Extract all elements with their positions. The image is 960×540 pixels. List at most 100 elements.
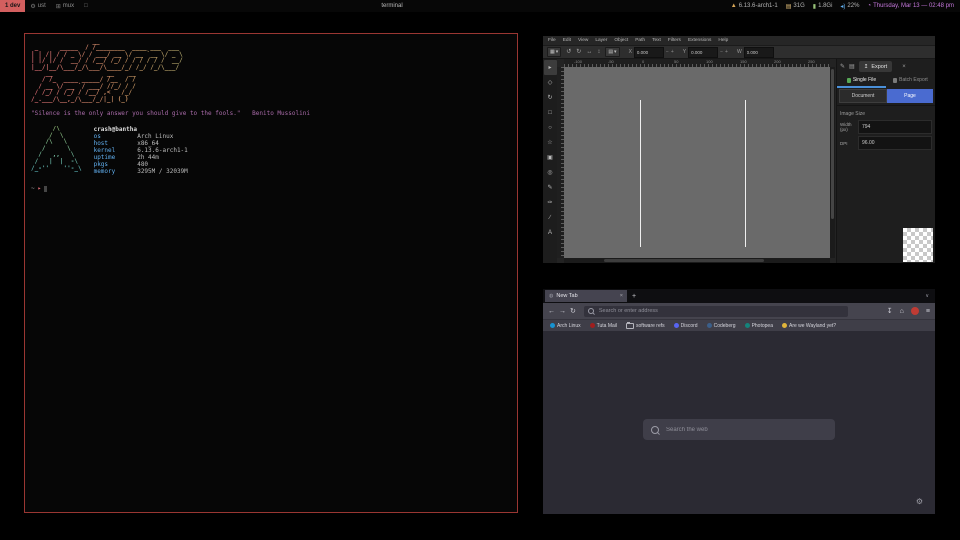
extension-icon[interactable] xyxy=(911,307,919,315)
x-input[interactable] xyxy=(634,47,664,58)
page-button[interactable]: Page xyxy=(887,89,933,103)
scrollbar-thumb[interactable] xyxy=(604,259,764,262)
codeberg-favicon xyxy=(707,323,712,328)
pencil-icon[interactable]: ✎ xyxy=(840,63,845,70)
ruler-tick-label: 250 xyxy=(808,59,815,64)
menu-text[interactable]: Text xyxy=(652,38,661,43)
bookmark-codeberg[interactable]: Codeberg xyxy=(707,323,736,329)
flip-vertical-button[interactable]: ↕ xyxy=(597,49,600,55)
workspace-active[interactable]: 1 dev xyxy=(0,0,25,12)
newtab-search-input[interactable] xyxy=(664,426,827,434)
menu-extensions[interactable]: Extensions xyxy=(688,38,711,43)
bookmark-label: Codeberg xyxy=(714,323,736,329)
new-tab-button[interactable]: + xyxy=(632,293,636,300)
status-memory: ▮ 1.8Gi xyxy=(813,3,833,10)
layers-icon[interactable]: ▤ xyxy=(849,63,855,70)
ellipse-tool[interactable]: ○ xyxy=(544,120,557,135)
back-button[interactable]: ← xyxy=(548,308,555,315)
newtab-search-box[interactable] xyxy=(643,419,835,440)
calligraphy-tool[interactable]: ∕ xyxy=(544,210,557,225)
forward-button[interactable]: → xyxy=(559,308,566,315)
workspace-empty[interactable]: □ xyxy=(79,0,93,12)
selector-tool[interactable]: ▸ xyxy=(544,60,557,75)
menu-layer[interactable]: Layer xyxy=(595,38,607,43)
canvas-horizontal-scrollbar[interactable] xyxy=(564,258,830,263)
export-dpi-input[interactable] xyxy=(858,136,932,150)
rectangle-tool[interactable]: □ xyxy=(544,105,557,120)
fetch-value: 3295M / 32039M xyxy=(137,168,188,175)
document-button[interactable]: Document xyxy=(839,89,887,103)
ruler-tick-label: -50 xyxy=(608,59,614,64)
shell-prompt[interactable]: ~ ▸ xyxy=(31,185,511,192)
menu-button[interactable]: ≡ xyxy=(926,308,930,315)
rotate-cw-button[interactable]: ↻ xyxy=(576,49,581,55)
terminal-window[interactable]: __ _ _____ / /________ ____ ___ ___ | | … xyxy=(24,33,518,513)
ruler-tick-label: 50 xyxy=(674,59,678,64)
pen-tool[interactable]: ✑ xyxy=(544,195,557,210)
minus-icon[interactable]: − xyxy=(666,49,669,55)
inkscape-canvas[interactable] xyxy=(564,67,830,258)
active-tab[interactable]: ◍ New Tab × xyxy=(545,290,627,302)
minus-icon[interactable]: − xyxy=(720,49,723,55)
status-kernel: ▲ 6.13.6-arch1-1 xyxy=(731,3,778,9)
menu-path[interactable]: Path xyxy=(635,38,645,43)
tab-list-chevron-icon[interactable]: ∨ xyxy=(925,293,929,299)
width-spinner: W xyxy=(737,47,774,58)
tab-batch-export[interactable]: Batch Export xyxy=(886,74,935,88)
close-icon[interactable]: × xyxy=(902,64,906,70)
reload-button[interactable]: ↻ xyxy=(570,308,576,315)
bookmark-photopea[interactable]: Photopea xyxy=(745,323,773,329)
bookmark-discord[interactable]: Discord xyxy=(674,323,698,329)
tab-single-file[interactable]: Single File xyxy=(837,74,886,88)
fetch-label: host xyxy=(94,140,134,147)
menu-file[interactable]: File xyxy=(548,38,556,43)
box3d-tool[interactable]: ▣ xyxy=(544,150,557,165)
transform-tool[interactable]: ↻ xyxy=(544,90,557,105)
arch-logo-icon: ▲ xyxy=(731,3,737,9)
export-dialog-tab[interactable]: ↥ Export xyxy=(859,61,893,72)
menu-view[interactable]: View xyxy=(578,38,588,43)
node-tool[interactable]: ◇ xyxy=(544,75,557,90)
bookmark-are-we-wayland[interactable]: Are we Wayland yet? xyxy=(782,323,836,329)
transform-tool-icon: ↻ xyxy=(547,94,552,101)
status-clock: ◔ Thursday, Mar 13 — 02:48 pm xyxy=(867,3,954,9)
menu-edit[interactable]: Edit xyxy=(563,38,571,43)
w-input[interactable] xyxy=(744,47,774,58)
close-tab-icon[interactable]: × xyxy=(620,293,623,299)
plus-icon[interactable]: + xyxy=(671,49,674,55)
workspace-ust[interactable]: ⚙ ust xyxy=(25,0,50,12)
plus-icon[interactable]: + xyxy=(725,49,728,55)
downloads-button[interactable]: ↧ xyxy=(887,308,893,315)
canvas-vertical-scrollbar[interactable] xyxy=(830,67,835,258)
ascii-art-welcome: __ _ _____ / /________ ____ ___ ___ | | … xyxy=(31,39,511,71)
ascii-art-back: __ __ __ / /_ ____ _____/ /__ / / / __ \… xyxy=(31,71,511,103)
rotate-ccw-button[interactable]: ↺ xyxy=(566,49,571,55)
bookmark-arch-linux[interactable]: Arch Linux xyxy=(550,323,581,329)
spiral-tool[interactable]: ◎ xyxy=(544,165,557,180)
menu-object[interactable]: Object xyxy=(614,38,628,43)
address-bar[interactable] xyxy=(584,306,848,317)
export-width-input[interactable] xyxy=(858,120,932,134)
text-tool[interactable]: A xyxy=(544,225,557,240)
fetch-value: x86_64 xyxy=(137,140,159,147)
disk-usage: 31G xyxy=(793,3,804,9)
scrollbar-thumb[interactable] xyxy=(831,69,834,219)
align-dropdown[interactable]: ▤ ▾ xyxy=(605,47,619,57)
bookmark-tuta-mail[interactable]: Tuta Mail xyxy=(590,323,617,329)
flip-horizontal-button[interactable]: ↔ xyxy=(586,49,592,55)
fetch-row-uptime: uptime 2h 44m xyxy=(94,154,188,161)
star-tool[interactable]: ☆ xyxy=(544,135,557,150)
browser-nav-bar: ← → ↻ ↧ ⌂ ≡ xyxy=(543,303,935,319)
home-button[interactable]: ⌂ xyxy=(900,308,904,315)
y-input[interactable] xyxy=(688,47,718,58)
workspace-mux[interactable]: ⊞ mux xyxy=(51,0,79,12)
menu-help[interactable]: Help xyxy=(718,38,728,43)
menu-filters[interactable]: Filters xyxy=(668,38,681,43)
single-file-label: Single File xyxy=(853,77,876,83)
newtab-settings-gear-icon[interactable]: ⚙ xyxy=(916,497,923,506)
address-input[interactable] xyxy=(597,307,844,315)
selection-mode-dropdown[interactable]: ▦ ▾ xyxy=(547,47,561,57)
pencil-tool[interactable]: ✎ xyxy=(544,180,557,195)
dpi-label: DPI xyxy=(840,141,855,146)
bookmark-folder-software-refs[interactable]: software refs xyxy=(626,323,665,329)
